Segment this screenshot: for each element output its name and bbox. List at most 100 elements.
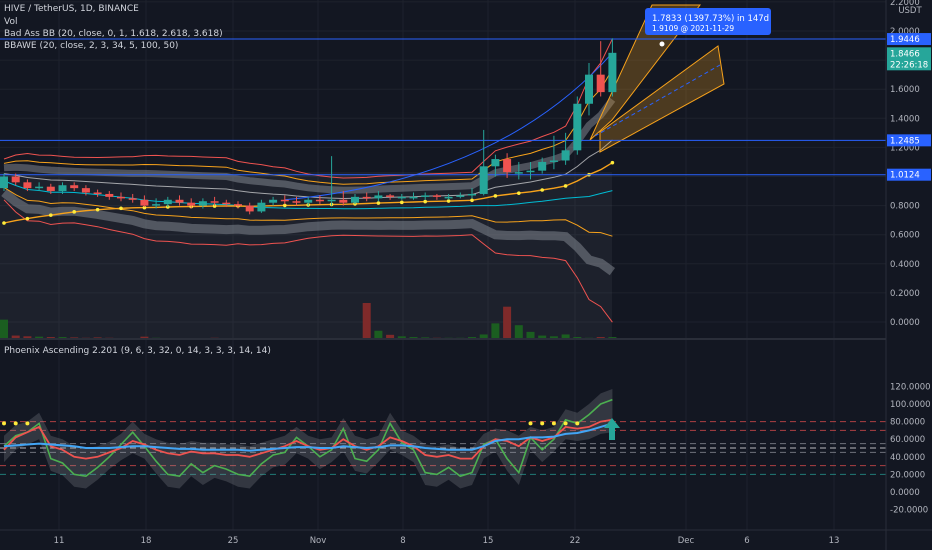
candle-body[interactable] [468, 193, 476, 196]
candle-body[interactable] [456, 195, 465, 197]
candle-body[interactable] [198, 201, 207, 206]
slow-ma-dot [376, 201, 381, 205]
legend-indicator-bb[interactable]: Bad Ass BB (20, close, 0, 1, 1.618, 2.61… [4, 29, 223, 40]
slow-ma-dot [283, 203, 287, 208]
candle-body[interactable] [0, 176, 8, 189]
price-tick-label: 0.6000 [890, 231, 920, 241]
candle-body[interactable] [374, 195, 383, 199]
candle-body[interactable] [128, 198, 137, 200]
candle-body[interactable] [397, 196, 406, 199]
price-tick-label: 0.4000 [890, 260, 920, 270]
slow-ma-dot [446, 199, 451, 203]
price-tag-value: 1.9446 [890, 35, 920, 45]
candle-body[interactable] [503, 159, 512, 173]
candle-body[interactable] [210, 201, 219, 203]
candle-body[interactable] [257, 202, 266, 212]
volume-bar [491, 323, 500, 340]
oscillator-tick-label: 20.0000 [890, 470, 925, 480]
slow-ma-dot [540, 188, 544, 192]
candle-body[interactable] [491, 159, 500, 167]
candle-body[interactable] [386, 195, 395, 197]
candle-body[interactable] [140, 199, 149, 206]
slow-ma-dot [25, 216, 30, 221]
slow-ma-dot [423, 199, 428, 204]
candle-body[interactable] [327, 199, 336, 202]
slow-ma-dot [2, 221, 6, 225]
candle-body[interactable] [596, 74, 605, 93]
candle-body[interactable] [11, 176, 20, 183]
candle-body[interactable] [70, 185, 79, 189]
candle-body[interactable] [58, 185, 67, 192]
oscillator-tick-label: 80.0000 [890, 418, 925, 428]
candle-body[interactable] [105, 193, 114, 197]
candle-body[interactable] [292, 201, 301, 203]
slow-ma-dot [95, 207, 100, 212]
annotation-line1: 1.7833 (1397.73%) in 147d [652, 14, 769, 24]
legend-volume[interactable]: Vol [4, 17, 17, 28]
candle-body[interactable] [409, 196, 418, 199]
price-tick-label: 0.2000 [890, 289, 920, 299]
candle-body[interactable] [93, 192, 102, 195]
slow-ma-dot [49, 213, 53, 217]
candle-body[interactable] [234, 204, 242, 206]
candle-body[interactable] [351, 196, 359, 203]
candle-body[interactable] [222, 202, 231, 205]
slow-ma-dot [119, 206, 123, 211]
slow-ma-dot [72, 210, 76, 214]
candle-body[interactable] [362, 196, 371, 199]
candle-body[interactable] [538, 161, 547, 171]
oscillator-dot [13, 421, 18, 426]
oscillator-dot [575, 421, 580, 426]
candle-body[interactable] [46, 186, 55, 192]
candle-body[interactable] [35, 186, 44, 189]
time-tick-label: Dec [678, 536, 695, 546]
price-tick-label: 0.8000 [890, 202, 920, 212]
oscillator-dot [2, 421, 6, 426]
candle-body[interactable] [175, 199, 184, 203]
candle-body[interactable] [585, 74, 593, 104]
legend-symbol[interactable]: HIVE / TetherUS, 1D, BINANCE [4, 4, 139, 15]
time-tick-label: 15 [483, 536, 494, 546]
candle-body[interactable] [304, 199, 313, 203]
oscillator-dot [563, 421, 568, 426]
time-tick-label: 13 [829, 536, 840, 546]
candle-body[interactable] [23, 182, 32, 189]
candle-body[interactable] [163, 199, 172, 205]
candle-body[interactable] [280, 199, 289, 202]
candle-body[interactable] [269, 199, 278, 203]
annotation-line2: 1.9109 @ 2021-11-29 [652, 24, 734, 33]
legend-oscillator[interactable]: Phoenix Ascending 2.201 (9, 6, 3, 32, 0,… [4, 346, 271, 357]
chart-canvas[interactable]: 2.20002.00001.60001.40001.20000.80000.60… [0, 0, 932, 550]
price-tick-label: 0.0000 [890, 318, 920, 328]
time-tick-label: 18 [141, 536, 152, 546]
candle-body[interactable] [573, 103, 582, 151]
legend-indicator-bbawe[interactable]: BBAWE (20, close, 2, 3, 34, 5, 100, 50) [4, 41, 178, 52]
candle-body[interactable] [245, 205, 254, 212]
oscillator-tick-label: 60.0000 [890, 435, 925, 445]
price-tag-value: 1.8466 [890, 49, 920, 59]
candle-body[interactable] [514, 172, 523, 174]
candle-body[interactable] [561, 150, 570, 161]
volume-bar [0, 319, 8, 340]
oscillator-tick-label: -20.0000 [890, 506, 928, 516]
candle-body[interactable] [339, 199, 348, 203]
candle-body[interactable] [187, 202, 196, 206]
price-tag-value: 22:26:18 [890, 60, 928, 70]
candle-body[interactable] [432, 195, 441, 197]
candle-body[interactable] [152, 204, 161, 206]
volume-bar [503, 306, 512, 340]
slow-ma-dot [517, 191, 521, 195]
oscillator-dot [551, 421, 556, 426]
candle-body[interactable] [549, 160, 558, 162]
candle-body[interactable] [444, 196, 453, 199]
candle-body[interactable] [526, 170, 535, 173]
candle-body[interactable] [81, 188, 90, 193]
candle-body[interactable] [479, 166, 488, 194]
candle-body[interactable] [117, 196, 125, 199]
candle-body[interactable] [421, 195, 430, 197]
price-tag-value: 1.0124 [890, 171, 920, 181]
candle-body[interactable] [608, 52, 617, 93]
slow-ma-dot [470, 198, 474, 203]
candle-body[interactable] [315, 199, 324, 202]
price-tick-label: 1.4000 [890, 114, 920, 124]
